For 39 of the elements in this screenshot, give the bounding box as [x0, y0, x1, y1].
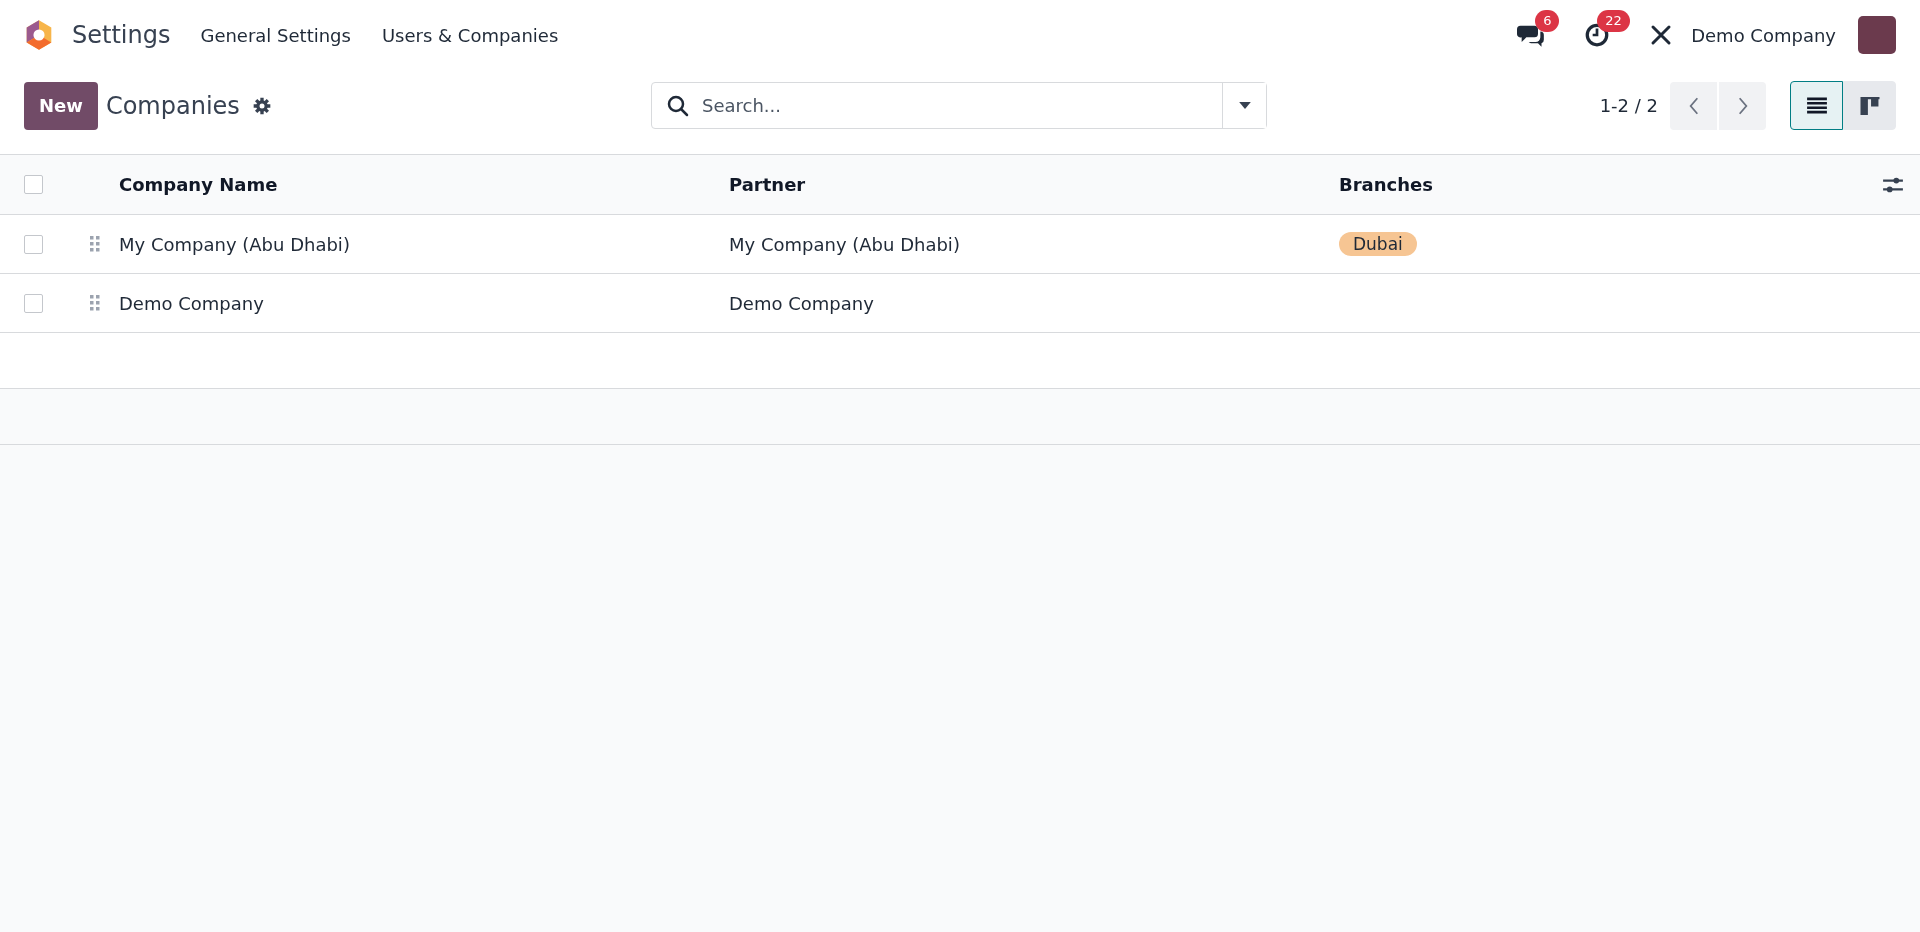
page-title: Companies: [105, 91, 240, 120]
app-logo-icon[interactable]: [24, 19, 54, 51]
column-header[interactable]: Branches: [1339, 174, 1739, 195]
list-icon: [1805, 96, 1828, 115]
new-button[interactable]: New: [24, 81, 98, 130]
sliders-icon[interactable]: [1882, 175, 1904, 194]
next-button[interactable]: [1719, 81, 1766, 130]
select-all-checkbox[interactable]: [24, 175, 43, 194]
menu-item[interactable]: General Settings: [200, 24, 351, 46]
menu-item[interactable]: Users & Companies: [381, 24, 559, 46]
pager-value[interactable]: 1-2 / 2: [1599, 95, 1658, 116]
kanban-icon: [1858, 96, 1881, 115]
settings-icon[interactable]: [251, 95, 272, 116]
table-cell-text: My Company (Abu Dhabi): [119, 233, 351, 255]
chevron-right-icon: [1736, 95, 1749, 116]
previous-button[interactable]: [1670, 81, 1717, 130]
table-cell-text: Demo Company: [119, 292, 265, 314]
row-checkbox[interactable]: [24, 293, 43, 313]
row-checkbox[interactable]: [24, 234, 43, 254]
table-cell-text: Demo Company: [729, 292, 875, 314]
app-name[interactable]: Settings: [72, 21, 171, 49]
user-avatar[interactable]: [1858, 16, 1896, 54]
search-options-toggle[interactable]: [1222, 83, 1266, 128]
search-field[interactable]: Search...: [700, 94, 1222, 117]
search-bar[interactable]: Search...: [651, 82, 1267, 129]
drag-handle-icon[interactable]: [89, 295, 100, 311]
caret-icon: [1238, 102, 1251, 109]
column-header[interactable]: Partner: [729, 174, 1339, 195]
activity-count-badge: 22: [1597, 10, 1630, 32]
table-cell-text: My Company (Abu Dhabi): [729, 233, 961, 255]
message-count-badge: 6: [1535, 10, 1560, 32]
list-view-button[interactable]: [1790, 81, 1843, 130]
search-icon: [666, 93, 690, 118]
column-header[interactable]: Company Name: [119, 174, 729, 195]
kanban-view-button[interactable]: [1843, 81, 1896, 130]
drag-handle-icon[interactable]: [89, 236, 100, 252]
chevron-left-icon: [1687, 95, 1700, 116]
company-switcher[interactable]: Demo Company: [1691, 24, 1836, 46]
branch-tag: Dubai: [1339, 232, 1417, 256]
